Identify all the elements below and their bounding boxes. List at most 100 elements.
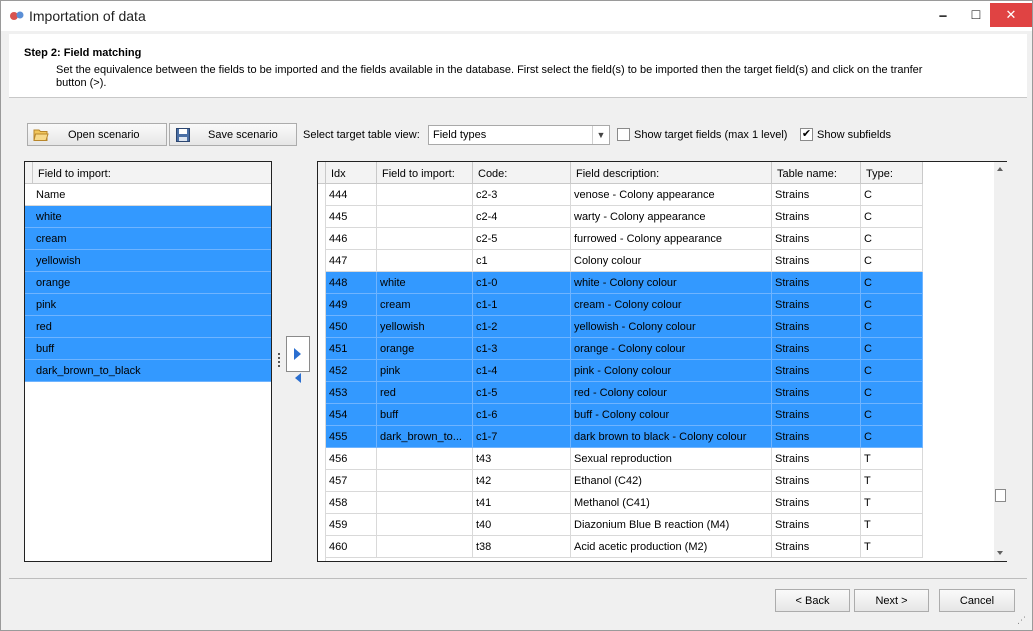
cell-field-to-import[interactable]: [377, 228, 473, 249]
cell-type[interactable]: C: [861, 184, 923, 205]
cell-code[interactable]: t41: [473, 492, 571, 513]
cell-field-description[interactable]: furrowed - Colony appearance: [571, 228, 772, 249]
cell-field-description[interactable]: Acid acetic production (M2): [571, 536, 772, 557]
cell-field-to-import[interactable]: [377, 536, 473, 557]
cell-type[interactable]: C: [861, 228, 923, 249]
save-scenario-button[interactable]: Save scenario: [169, 123, 297, 146]
cell-code[interactable]: c1-1: [473, 294, 571, 315]
cell-type[interactable]: C: [861, 294, 923, 315]
show-subfields-checkbox[interactable]: ✔: [800, 128, 813, 141]
cell-idx[interactable]: 444: [326, 184, 377, 205]
import-field-row[interactable]: buff: [25, 338, 271, 360]
target-field-row[interactable]: 460 t38 Acid acetic production (M2) Strains…: [326, 536, 923, 558]
cell-field-description[interactable]: white - Colony colour: [571, 272, 772, 293]
cell-table-name[interactable]: Strains: [772, 184, 861, 205]
cancel-button[interactable]: Cancel: [939, 589, 1015, 612]
cell-type[interactable]: T: [861, 470, 923, 491]
cell-field-description[interactable]: red - Colony colour: [571, 382, 772, 403]
import-field-row[interactable]: pink: [25, 294, 271, 316]
import-fields-grid[interactable]: Field to import: Name white cream yellow…: [24, 161, 272, 562]
cell-field-description[interactable]: yellowish - Colony colour: [571, 316, 772, 337]
splitter-grip[interactable]: [278, 353, 280, 367]
target-field-row[interactable]: 457 t42 Ethanol (C42) Strains T: [326, 470, 923, 492]
target-field-row[interactable]: 446 c2-5 furrowed - Colony appearance Strai…: [326, 228, 923, 250]
scroll-thumb[interactable]: [995, 489, 1006, 502]
cell-idx[interactable]: 447: [326, 250, 377, 271]
cell-code[interactable]: c1: [473, 250, 571, 271]
target-field-row[interactable]: 455 dark_brown_to... c1-7 dark brown to bla…: [326, 426, 923, 448]
cell-code[interactable]: c1-5: [473, 382, 571, 403]
cell-field-to-import[interactable]: [377, 492, 473, 513]
cell-idx[interactable]: 459: [326, 514, 377, 535]
scroll-up-icon[interactable]: [997, 167, 1003, 171]
resize-grip-icon[interactable]: ⋰: [1017, 615, 1026, 626]
column-header-type[interactable]: Type:: [861, 162, 923, 184]
target-field-row[interactable]: 450 yellowish c1-2 yellowish - Colony colou…: [326, 316, 923, 338]
cell-type[interactable]: C: [861, 426, 923, 447]
close-button[interactable]: ✕: [990, 3, 1032, 27]
cell-idx[interactable]: 454: [326, 404, 377, 425]
open-scenario-button[interactable]: Open scenario: [27, 123, 167, 146]
cell-table-name[interactable]: Strains: [772, 514, 861, 535]
target-field-row[interactable]: 447 c1 Colony colour Strains C: [326, 250, 923, 272]
cell-field-to-import[interactable]: [377, 470, 473, 491]
column-header-field-description[interactable]: Field description:: [571, 162, 772, 184]
cell-table-name[interactable]: Strains: [772, 206, 861, 227]
target-field-row[interactable]: 454 buff c1-6 buff - Colony colour Strains C: [326, 404, 923, 426]
cell-field-description[interactable]: venose - Colony appearance: [571, 184, 772, 205]
cell-field-description[interactable]: Colony colour: [571, 250, 772, 271]
cell-field-description[interactable]: Sexual reproduction: [571, 448, 772, 469]
cell-idx[interactable]: 455: [326, 426, 377, 447]
cell-field-description[interactable]: warty - Colony appearance: [571, 206, 772, 227]
import-field-row[interactable]: white: [25, 206, 271, 228]
cell-type[interactable]: C: [861, 316, 923, 337]
cell-table-name[interactable]: Strains: [772, 426, 861, 447]
cell-table-name[interactable]: Strains: [772, 316, 861, 337]
cell-table-name[interactable]: Strains: [772, 470, 861, 491]
cell-table-name[interactable]: Strains: [772, 492, 861, 513]
transfer-button[interactable]: [286, 336, 310, 372]
show-target-fields-checkbox[interactable]: [617, 128, 630, 141]
cell-type[interactable]: C: [861, 338, 923, 359]
cell-code[interactable]: c1-4: [473, 360, 571, 381]
cell-type[interactable]: C: [861, 382, 923, 403]
target-field-row[interactable]: 453 red c1-5 red - Colony colour Strains C: [326, 382, 923, 404]
cell-idx[interactable]: 453: [326, 382, 377, 403]
import-fields-header[interactable]: Field to import:: [25, 162, 271, 184]
cell-field-description[interactable]: cream - Colony colour: [571, 294, 772, 315]
vertical-scrollbar[interactable]: [994, 162, 1007, 561]
cell-field-to-import[interactable]: orange: [377, 338, 473, 359]
cell-idx[interactable]: 450: [326, 316, 377, 337]
cell-field-description[interactable]: Diazonium Blue B reaction (M4): [571, 514, 772, 535]
cell-field-to-import[interactable]: white: [377, 272, 473, 293]
cell-table-name[interactable]: Strains: [772, 360, 861, 381]
cell-field-description[interactable]: Ethanol (C42): [571, 470, 772, 491]
cell-field-to-import[interactable]: [377, 448, 473, 469]
cell-table-name[interactable]: Strains: [772, 448, 861, 469]
cell-field-to-import[interactable]: [377, 184, 473, 205]
cell-field-to-import[interactable]: buff: [377, 404, 473, 425]
cell-table-name[interactable]: Strains: [772, 536, 861, 557]
import-field-row[interactable]: dark_brown_to_black: [25, 360, 271, 382]
cell-field-description[interactable]: orange - Colony colour: [571, 338, 772, 359]
cell-code[interactable]: c1-6: [473, 404, 571, 425]
maximize-button[interactable]: ☐: [959, 3, 993, 27]
cell-field-description[interactable]: pink - Colony colour: [571, 360, 772, 381]
target-field-row[interactable]: 445 c2-4 warty - Colony appearance Strains C: [326, 206, 923, 228]
cell-code[interactable]: c1-7: [473, 426, 571, 447]
target-field-row[interactable]: 449 cream c1-1 cream - Colony colour Strains…: [326, 294, 923, 316]
cell-idx[interactable]: 460: [326, 536, 377, 557]
target-field-row[interactable]: 448 white c1-0 white - Colony colour Strains…: [326, 272, 923, 294]
cell-code[interactable]: t43: [473, 448, 571, 469]
cell-code[interactable]: c1-0: [473, 272, 571, 293]
cell-table-name[interactable]: Strains: [772, 294, 861, 315]
cell-field-to-import[interactable]: [377, 514, 473, 535]
target-field-row[interactable]: 459 t40 Diazonium Blue B reaction (M4) Stra…: [326, 514, 923, 536]
column-header-code[interactable]: Code:: [473, 162, 571, 184]
cell-field-description[interactable]: dark brown to black - Colony colour: [571, 426, 772, 447]
import-field-row[interactable]: Name: [25, 184, 271, 206]
cell-type[interactable]: C: [861, 206, 923, 227]
cell-idx[interactable]: 452: [326, 360, 377, 381]
target-field-row[interactable]: 444 c2-3 venose - Colony appearance Strains…: [326, 184, 923, 206]
cell-field-to-import[interactable]: [377, 206, 473, 227]
